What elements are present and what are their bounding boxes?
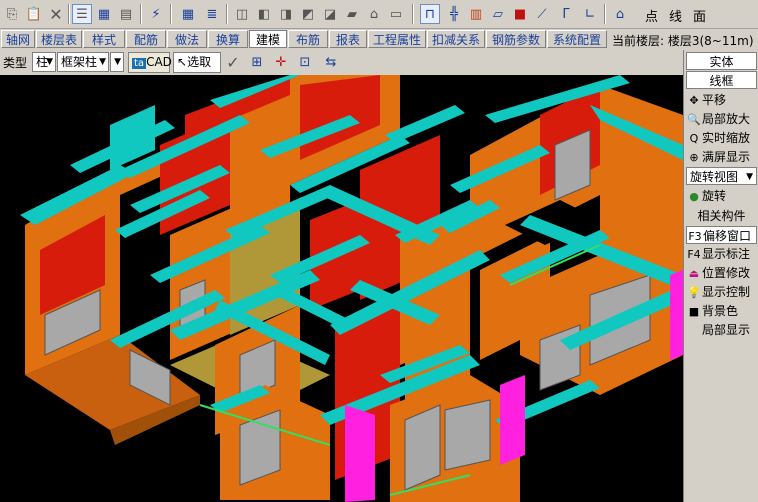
- component-2-icon[interactable]: ◧: [254, 4, 274, 24]
- tab-project-properties[interactable]: 工程属性: [368, 30, 426, 48]
- tab-deduction-rules[interactable]: 扣减关系: [427, 30, 485, 48]
- component-3-icon[interactable]: ◨: [276, 4, 296, 24]
- tab-modeling[interactable]: 建模: [249, 30, 287, 48]
- view-panel: 实体 线框 ✥ 平移 🔍局部放大 Q 实时缩放 ⊕ 满屏显示 旋转视图 ▼ ● 旋转 相关…: [683, 50, 758, 502]
- window-tool-icon[interactable]: ▱: [488, 4, 508, 24]
- position-icon: ⏏: [688, 267, 700, 280]
- tab-system-config[interactable]: 系统配置: [547, 30, 607, 48]
- tab-axis-grid[interactable]: 轴网: [1, 30, 35, 48]
- pan-button[interactable]: ✥ 平移: [686, 91, 757, 109]
- component-4-icon[interactable]: ◩: [298, 4, 318, 24]
- solid-button[interactable]: 实体: [686, 52, 757, 70]
- main-toolbar: ⎘ 📋 ✕ ☰ ▦ ▤ ⚡ ▦ ≣ ◫ ◧ ◨ ◩ ◪ ▰ ⌂ ▭ ⊓ ╬ ▥ …: [0, 0, 758, 29]
- building-model: [20, 75, 683, 502]
- tab-rebar-layout[interactable]: 布筋: [288, 30, 328, 48]
- subtype-select[interactable]: 框架柱 ▼: [57, 52, 109, 72]
- grid-select-icon[interactable]: ⊞: [247, 52, 267, 72]
- component-1-icon[interactable]: ◫: [232, 4, 252, 24]
- tab-conversion[interactable]: 换算: [208, 30, 248, 48]
- tab-floor-table[interactable]: 楼层表: [36, 30, 82, 48]
- type-select[interactable]: 柱 ▼: [32, 52, 56, 72]
- layer-list-icon[interactable]: ☰: [72, 4, 92, 24]
- fit-screen-button[interactable]: ⊕ 满屏显示: [686, 148, 757, 166]
- current-floor-label: 当前楼层: 楼层3(8~11m): [612, 34, 754, 48]
- tab-style[interactable]: 样式: [83, 30, 125, 48]
- magnifier-icon: 🔍: [687, 113, 701, 126]
- floors-icon[interactable]: ≣: [202, 4, 222, 24]
- turtle-icon: ●: [689, 190, 699, 203]
- door-tool-icon[interactable]: ■: [510, 4, 530, 24]
- table-icon[interactable]: ▦: [94, 4, 114, 24]
- background-color-button[interactable]: ■ 背景色: [686, 302, 757, 320]
- position-edit-button[interactable]: ⏏ 位置修改: [686, 264, 757, 282]
- component-6-icon[interactable]: ▰: [342, 4, 362, 24]
- bulb-icon: 💡: [687, 286, 701, 299]
- offset-window-button[interactable]: F3偏移窗口: [686, 226, 757, 244]
- chevron-down-icon: ▼: [99, 57, 106, 67]
- point-tool[interactable]: 点: [645, 6, 658, 25]
- slope-tool-icon[interactable]: ⟋: [532, 4, 552, 24]
- wall-tool-icon[interactable]: ▥: [466, 4, 486, 24]
- show-labels-button[interactable]: F4显示标注: [686, 245, 757, 263]
- extra-select[interactable]: ▼: [110, 52, 124, 72]
- component-8-icon[interactable]: ▭: [386, 4, 406, 24]
- paste-icon[interactable]: 📋: [24, 4, 44, 24]
- select-button[interactable]: ↖选取: [173, 52, 221, 73]
- tab-reinforcement[interactable]: 配筋: [126, 30, 166, 48]
- stair-tool-icon[interactable]: Γ: [556, 4, 576, 24]
- point-place-icon[interactable]: ✛: [271, 52, 291, 72]
- component-5-icon[interactable]: ◪: [320, 4, 340, 24]
- zoom-local-button[interactable]: 🔍局部放大: [686, 110, 757, 128]
- delete-icon[interactable]: ✕: [46, 4, 66, 24]
- tab-report[interactable]: 报表: [329, 30, 367, 48]
- wand-icon[interactable]: ⚡: [146, 4, 166, 24]
- black-square-icon: ■: [688, 305, 700, 318]
- properties-icon[interactable]: ▤: [116, 4, 136, 24]
- chevron-down-icon: ▼: [46, 57, 53, 67]
- zoom-icon: Q: [689, 132, 699, 145]
- line-tool[interactable]: 线: [669, 6, 682, 25]
- frame-select-icon[interactable]: ⊡: [295, 52, 315, 72]
- local-display-button[interactable]: 局部显示: [686, 321, 757, 339]
- display-control-button[interactable]: 💡显示控制: [686, 283, 757, 301]
- grid-icon[interactable]: ▦: [178, 4, 198, 24]
- area-tool[interactable]: 面: [693, 6, 706, 25]
- component-7-icon[interactable]: ⌂: [364, 4, 384, 24]
- cad-icon: ta: [132, 58, 147, 69]
- check-icon[interactable]: ✓: [223, 52, 243, 72]
- angle-tool-icon[interactable]: ∟: [580, 4, 600, 24]
- component-toolbar: 类型 柱 ▼ 框架柱 ▼ ▼ ta CAD ↖选取 ✓ ⊞ ✛ ⊡ ⇆: [0, 50, 683, 75]
- column-tool-icon[interactable]: ⊓: [420, 4, 440, 24]
- zoom-realtime-button[interactable]: Q 实时缩放: [686, 129, 757, 147]
- related-components-button[interactable]: 相关构件: [686, 207, 757, 225]
- tab-rebar-params[interactable]: 钢筋参数: [486, 30, 546, 48]
- copy-icon[interactable]: ⎘: [2, 4, 22, 24]
- 3d-viewport[interactable]: [0, 75, 683, 502]
- cursor-icon: ↖: [177, 55, 188, 69]
- chevron-down-icon: ▼: [746, 172, 753, 182]
- align-icon[interactable]: ⇆: [321, 52, 341, 72]
- cad-button[interactable]: ta CAD: [128, 52, 172, 73]
- chevron-down-icon: ▼: [114, 57, 121, 67]
- beam-tool-icon[interactable]: ╬: [444, 4, 464, 24]
- wireframe-button[interactable]: 线框: [686, 71, 757, 89]
- home-icon[interactable]: ⌂: [610, 4, 630, 24]
- rotate-button[interactable]: ● 旋转: [686, 187, 757, 205]
- fit-icon: ⊕: [689, 151, 699, 164]
- rotate-view-select[interactable]: 旋转视图 ▼: [686, 167, 757, 185]
- tab-method[interactable]: 做法: [167, 30, 207, 48]
- type-label: 类型: [3, 56, 28, 70]
- pan-icon: ✥: [689, 94, 699, 107]
